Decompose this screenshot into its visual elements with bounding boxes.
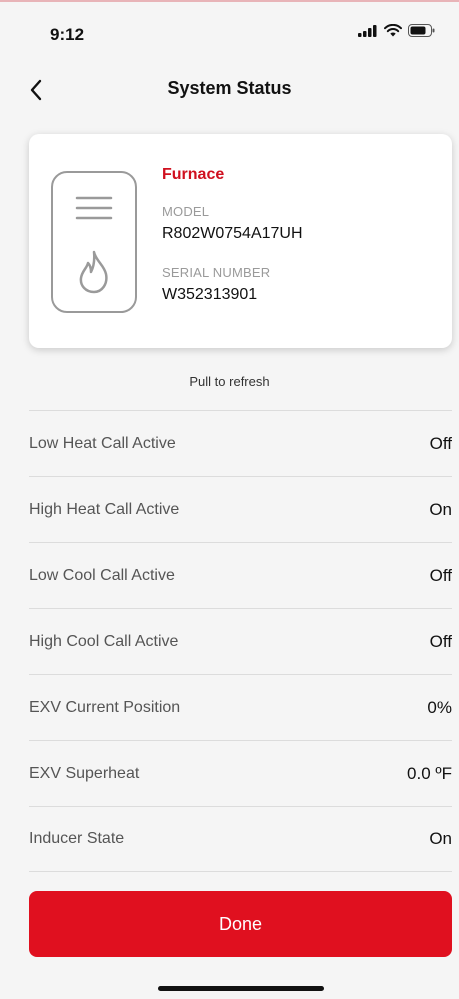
serial-number-value: W352313901 [162,286,258,303]
status-row-label: High Heat Call Active [29,500,180,518]
status-row-value: On [429,499,452,519]
status-row-label: EXV Current Position [29,698,181,716]
status-row-label: Low Cool Call Active [29,566,175,584]
furnace-illustration [51,171,137,313]
model-label: MODEL [162,204,210,219]
model-value: R802W0754A17UH [162,225,303,242]
status-row-value: 0% [427,697,452,717]
status-row-high-cool-call: High Cool Call Active Off [29,608,452,674]
status-row-high-heat-call: High Heat Call Active On [29,476,452,542]
status-bar: 9:12 [0,0,459,60]
status-row-value: 0.0 ºF [407,763,452,783]
home-indicator[interactable] [158,986,324,991]
status-list[interactable]: Low Heat Call Active Off High Heat Call … [29,410,452,872]
status-icons [358,24,435,37]
page-title: System Status [167,78,292,98]
status-row-label: High Cool Call Active [29,632,179,650]
battery-icon [408,24,435,37]
menu-lines-icon [75,196,113,220]
status-row-exv-position: EXV Current Position 0% [29,674,452,740]
signal-icon [358,24,377,37]
done-button[interactable]: Done [29,891,452,957]
status-row-value: Off [429,565,452,585]
status-row-value: Off [429,631,452,651]
device-name: Furnace [162,166,225,183]
status-row-low-cool-call: Low Cool Call Active Off [29,542,452,608]
flame-icon [79,250,108,294]
status-row-value: Off [429,433,452,453]
status-row-exv-superheat: EXV Superheat 0.0 ºF [29,740,452,806]
device-info: Furnace MODEL R802W0754A17UH SERIAL NUMB… [162,166,303,326]
status-row-label: Low Heat Call Active [29,434,176,452]
device-card: Furnace MODEL R802W0754A17UH SERIAL NUMB… [29,134,452,348]
status-row-inducer-state: Inducer State On [29,806,452,872]
status-row-label: Inducer State [29,830,125,847]
status-row-label: EXV Superheat [29,764,140,782]
wifi-icon [384,24,402,37]
nav-bar: System Status [0,70,459,110]
system-status-screen: 9:12 System Status Furnace MODEL R802W07… [0,0,459,999]
status-row-low-heat-call: Low Heat Call Active Off [29,410,452,476]
serial-number-label: SERIAL NUMBER [162,265,271,280]
status-row-value: On [429,829,452,848]
pull-to-refresh-hint: Pull to refresh [189,374,270,389]
status-time: 9:12 [50,25,85,44]
